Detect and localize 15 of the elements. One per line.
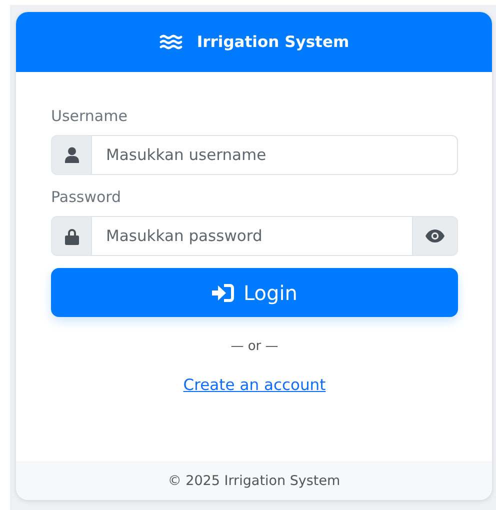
or-divider: — or — xyxy=(230,339,278,354)
password-field[interactable]: Masukkan password xyxy=(91,216,413,256)
eye-icon xyxy=(425,229,445,243)
field-label: Username xyxy=(51,107,128,125)
create-account-link[interactable]: Create an account xyxy=(183,376,326,394)
username-field[interactable]: Masukkan username xyxy=(91,135,458,175)
copyright-text: © 2025 Irrigation System xyxy=(168,472,340,488)
app-title: Irrigation System xyxy=(196,33,350,51)
lock-icon xyxy=(64,228,78,244)
login-button[interactable]: Login xyxy=(51,268,458,317)
show-password-button[interactable] xyxy=(413,216,458,256)
login-icon xyxy=(212,284,234,302)
waves-icon xyxy=(158,34,183,50)
field-label: Password xyxy=(51,188,122,206)
user-icon xyxy=(64,147,78,163)
